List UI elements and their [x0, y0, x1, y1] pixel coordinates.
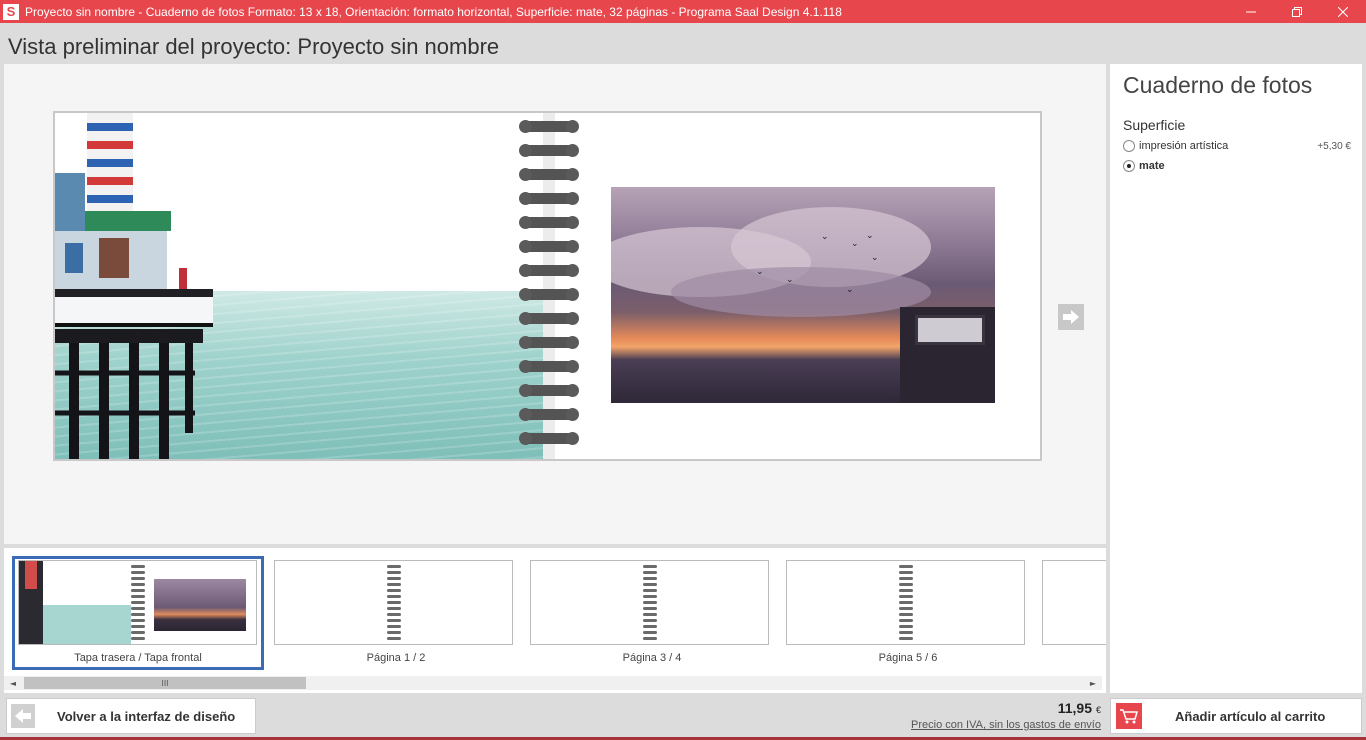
app-logo-icon: S — [3, 3, 19, 20]
minimize-icon — [1246, 11, 1256, 12]
option-label: mate — [1139, 160, 1165, 172]
title-bar: S Proyecto sin nombre - Cuaderno de foto… — [0, 0, 1366, 23]
total-price: 11,95 € — [1058, 700, 1101, 716]
option-price: +5,30 € — [1317, 140, 1351, 152]
surface-section-label: Superficie — [1123, 117, 1186, 133]
window-title: Proyecto sin nombre - Cuaderno de fotos … — [25, 4, 842, 19]
scroll-right-button[interactable]: ► — [1084, 676, 1102, 690]
thumbnail-page-3-4[interactable]: Página 3 / 4 — [526, 556, 778, 670]
product-title: Cuaderno de fotos — [1123, 72, 1313, 98]
thumbnail-label: Página 3 / 4 — [622, 652, 682, 664]
thumbnail-cover[interactable]: Tapa trasera / Tapa frontal — [12, 556, 264, 670]
cart-button-label: Añadir artículo al carrito — [1175, 708, 1326, 724]
preview-area: ⌄ ⌄ ⌄ ⌄ ⌄ ⌄ ⌄ — [4, 64, 1106, 544]
scroll-left-button[interactable]: ◄ — [4, 676, 22, 690]
cart-icon — [1116, 703, 1142, 729]
back-button-label: Volver a la interfaz de diseño — [57, 708, 236, 724]
minimize-button[interactable] — [1228, 0, 1274, 23]
back-to-design-button[interactable]: Volver a la interfaz de diseño — [6, 698, 256, 734]
page-title: Vista preliminar del proyecto: Proyecto … — [8, 34, 500, 59]
radio-button[interactable] — [1123, 160, 1135, 172]
front-cover-photo: ⌄ ⌄ ⌄ ⌄ ⌄ ⌄ ⌄ — [611, 187, 995, 403]
back-cover-photo — [55, 113, 543, 459]
arrow-left-icon — [11, 704, 35, 728]
thumbnail-label: Página 5 / 6 — [878, 652, 938, 664]
radio-button[interactable] — [1123, 140, 1135, 152]
price-value: 11,95 — [1057, 700, 1092, 716]
price-note-link[interactable]: Precio con IVA, sin los gastos de envío — [911, 719, 1101, 731]
add-to-cart-button[interactable]: Añadir artículo al carrito — [1110, 698, 1362, 734]
surface-option-matte[interactable]: mate — [1123, 158, 1351, 174]
product-options-panel: Cuaderno de fotos Superficie impresión a… — [1110, 64, 1362, 693]
book-spread: ⌄ ⌄ ⌄ ⌄ ⌄ ⌄ ⌄ — [53, 111, 1042, 461]
spiral-binding — [519, 120, 581, 451]
close-button[interactable] — [1320, 0, 1366, 23]
thumbnail-page-1-2[interactable]: Página 1 / 2 — [270, 556, 522, 670]
surface-option-art-print[interactable]: impresión artística +5,30 € — [1123, 138, 1351, 154]
restore-button[interactable] — [1274, 0, 1320, 23]
thumbnail-page-5-6[interactable]: Página 5 / 6 — [782, 556, 1034, 670]
restore-icon — [1292, 6, 1302, 17]
thumbnail-strip: Tapa trasera / Tapa frontal Página 1 / 2… — [4, 548, 1106, 693]
arrow-right-icon — [1063, 310, 1079, 324]
next-page-button[interactable] — [1058, 304, 1084, 330]
thumbnail-scrollbar[interactable]: ◄ III ► — [4, 676, 1102, 690]
window-controls — [1228, 0, 1366, 23]
thumbnail-page-next[interactable] — [1038, 556, 1106, 670]
thumbnail-label: Página 1 / 2 — [366, 652, 426, 664]
price-currency: € — [1095, 705, 1101, 715]
pier-illustration — [55, 113, 213, 459]
thumbnail-label: Tapa trasera / Tapa frontal — [74, 652, 202, 664]
scrollbar-thumb[interactable]: III — [24, 677, 306, 689]
close-icon — [1338, 6, 1348, 17]
option-label: impresión artística — [1139, 140, 1229, 152]
